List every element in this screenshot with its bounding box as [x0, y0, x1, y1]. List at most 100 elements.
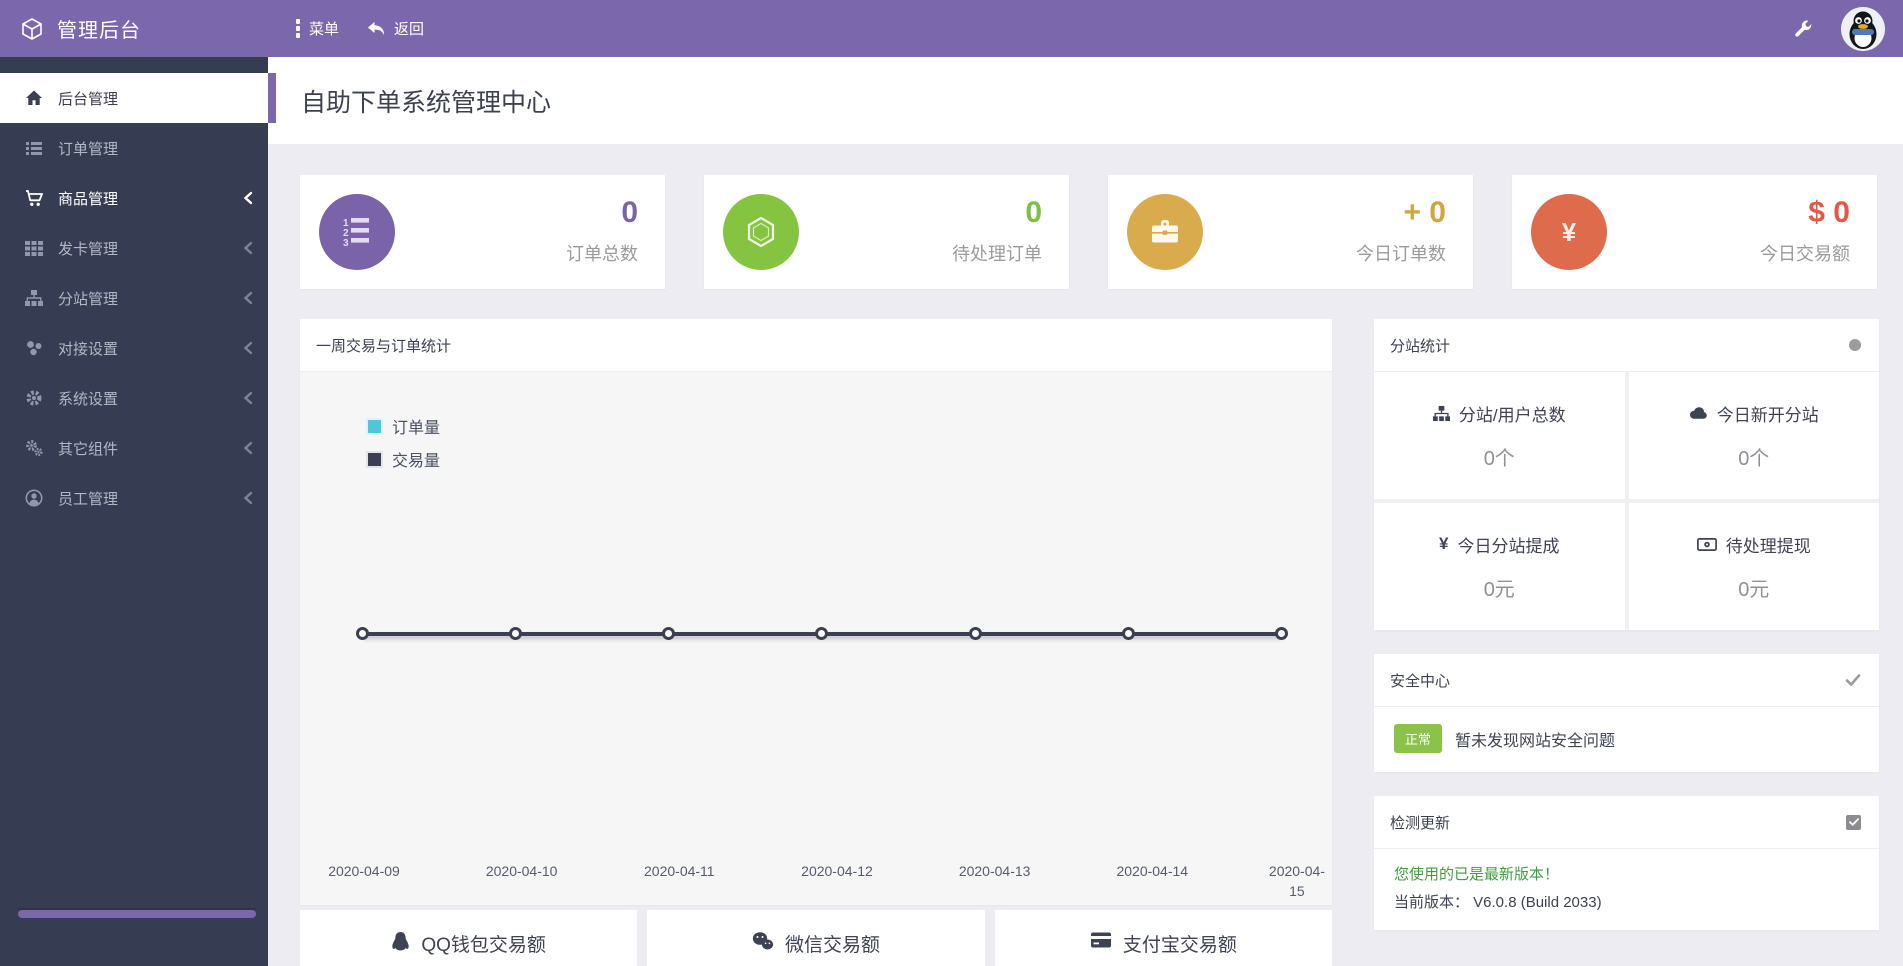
- briefcase-icon: [1127, 194, 1203, 270]
- chevron-left-icon: [242, 391, 254, 405]
- chevron-left-icon: [242, 241, 254, 255]
- chart-title: 一周交易与订单统计: [316, 337, 452, 355]
- topbar-right: [1793, 6, 1903, 51]
- stat-value: 0: [1025, 196, 1042, 229]
- payment-label: 支付宝交易额: [1122, 935, 1237, 956]
- sidebar-item-label: 系统设置: [58, 390, 119, 408]
- update-panel-header: 检测更新: [1374, 796, 1879, 849]
- substation-cell-value: 0元: [1738, 578, 1770, 601]
- sitemap-icon: [1432, 405, 1450, 422]
- brand-link[interactable]: 管理后台: [0, 0, 268, 57]
- menu-toggle-label: 菜单: [309, 21, 340, 38]
- x-axis-tick: 2020-04-14: [1116, 863, 1189, 879]
- x-axis-tick: 2020-04-10: [485, 863, 558, 879]
- security-center-panel: 安全中心 正常 暂未发现网站安全问题: [1374, 654, 1879, 772]
- substation-cell-label: 待处理提现: [1725, 536, 1811, 556]
- check-icon: [1845, 673, 1861, 687]
- update-panel-body: 您使用的已是最新版本！ 当前版本： V6.0.8 (Build 2033): [1374, 849, 1879, 930]
- sidebar-item-label: 发卡管理: [58, 240, 119, 258]
- substation-cell-value: 0个: [1738, 447, 1770, 470]
- current-version: 当前版本： V6.0.8 (Build 2033): [1394, 894, 1602, 911]
- chevron-left-icon: [242, 441, 254, 455]
- gears-icon: [24, 439, 44, 457]
- payment-totals-row: QQ钱包交易额 微信交易额 支付宝交易额: [300, 910, 1332, 966]
- user-circle-icon: [24, 489, 44, 507]
- substation-panel-header: 分站统计: [1374, 319, 1879, 372]
- hexagon-icon: [723, 194, 799, 270]
- data-point-marker: [968, 627, 982, 640]
- stat-value: $ 0: [1808, 196, 1850, 229]
- update-check-panel: 检测更新 您使用的已是最新版本！ 当前版本： V6.0.8 (Build 203…: [1374, 796, 1879, 930]
- stat-label: 今日订单数: [1356, 244, 1446, 264]
- back-button[interactable]: 返回: [367, 0, 424, 57]
- substation-cell-label: 今日新开分站: [1716, 405, 1819, 425]
- stat-card-total-orders: 1 2 3 0 订单总数: [300, 175, 665, 289]
- money-bill-icon: [1696, 537, 1717, 551]
- svg-text:¥: ¥: [1562, 217, 1577, 247]
- sidebar-item-label: 后台管理: [58, 90, 119, 108]
- home-icon: [24, 89, 44, 107]
- payment-label: 微信交易额: [784, 935, 880, 956]
- substation-cell-value: 0元: [1483, 578, 1515, 601]
- wechat-icon: [752, 930, 774, 966]
- chevron-left-icon: [242, 341, 254, 355]
- sidebar-item-label: 订单管理: [58, 140, 119, 158]
- panel-title: 分站统计: [1390, 337, 1451, 355]
- substation-cell-withdrawals: 待处理提现 0元: [1628, 503, 1879, 630]
- admin-dashboard: 管理后台 菜单 返回 后台管理 订单管理 商品管理 发卡管理 分站管理 对接设置…: [0, 0, 1903, 966]
- sidebar-item-cards[interactable]: 发卡管理: [0, 223, 268, 273]
- user-avatar[interactable]: [1841, 6, 1885, 51]
- sidebar-scrollbar[interactable]: [18, 910, 256, 918]
- data-point-marker: [1121, 627, 1135, 640]
- x-axis-tick: 2020-04-11: [644, 863, 715, 879]
- chevron-left-icon: [242, 491, 254, 505]
- stat-card-today-orders: + 0 今日订单数: [1108, 175, 1473, 289]
- cart-icon: [24, 189, 44, 207]
- legend-label: 订单量: [392, 420, 441, 437]
- stat-label: 待处理订单: [952, 244, 1042, 264]
- sidebar-item-products[interactable]: 商品管理: [0, 173, 268, 223]
- substation-cell-value: 0个: [1483, 447, 1515, 470]
- sidebar-item-integrations[interactable]: 对接设置: [0, 323, 268, 373]
- legend-item-orders[interactable]: 订单量: [366, 414, 441, 438]
- sidebar: 后台管理 订单管理 商品管理 发卡管理 分站管理 对接设置 系统设置 其它组件 …: [0, 57, 268, 966]
- stat-label: 今日交易额: [1760, 244, 1850, 264]
- data-point-marker: [815, 627, 829, 640]
- sidebar-item-components[interactable]: 其它组件: [0, 423, 268, 473]
- status-badge: 正常: [1394, 724, 1443, 753]
- stat-value: 0: [621, 196, 638, 229]
- top-navbar: 管理后台 菜单 返回: [0, 0, 1903, 57]
- security-panel-body: 正常 暂未发现网站安全问题: [1374, 707, 1879, 772]
- x-axis-tick: 2020-04-09: [328, 863, 400, 879]
- sidebar-item-label: 对接设置: [58, 340, 119, 358]
- sidebar-item-staff[interactable]: 员工管理: [0, 473, 268, 523]
- gear-icon: [24, 389, 44, 407]
- wrench-icon[interactable]: [1793, 19, 1813, 39]
- yen-icon: ¥: [1439, 534, 1449, 553]
- sidebar-item-label: 商品管理: [58, 190, 119, 208]
- ellipsis-v-icon: [296, 19, 300, 38]
- sidebar-item-label: 分站管理: [58, 290, 119, 308]
- sidebar-item-substations[interactable]: 分站管理: [0, 273, 268, 323]
- page-title: 自助下单系统管理中心: [301, 88, 552, 117]
- data-point-marker: [356, 627, 369, 640]
- data-point-marker: [509, 627, 523, 640]
- sidebar-item-label: 员工管理: [58, 490, 119, 508]
- sidebar-item-orders[interactable]: 订单管理: [0, 123, 268, 173]
- checkbox-icon[interactable]: [1846, 814, 1861, 830]
- sidebar-item-dashboard[interactable]: 后台管理: [0, 73, 268, 123]
- legend-item-volume[interactable]: 交易量: [366, 447, 440, 471]
- stats-row: 1 2 3 0 订单总数 0 待处理订单 + 0 今日订单数 ¥ $ 0 今日交…: [300, 175, 1877, 289]
- box-logo-icon: [20, 17, 44, 41]
- list-icon: [24, 139, 44, 157]
- substation-cell-users: 分站/用户总数 0个: [1374, 372, 1625, 499]
- stat-card-today-volume: ¥ $ 0 今日交易额: [1512, 175, 1877, 289]
- stat-card-pending-orders: 0 待处理订单: [704, 175, 1069, 289]
- alipay-total: 支付宝交易额: [994, 910, 1332, 966]
- sidebar-item-label: 其它组件: [58, 440, 119, 458]
- menu-toggle-button[interactable]: 菜单: [296, 0, 339, 57]
- payment-label: QQ钱包交易额: [421, 935, 546, 956]
- data-point-marker: [662, 627, 676, 640]
- sidebar-item-system-settings[interactable]: 系统设置: [0, 373, 268, 423]
- stat-value: + 0: [1403, 196, 1446, 229]
